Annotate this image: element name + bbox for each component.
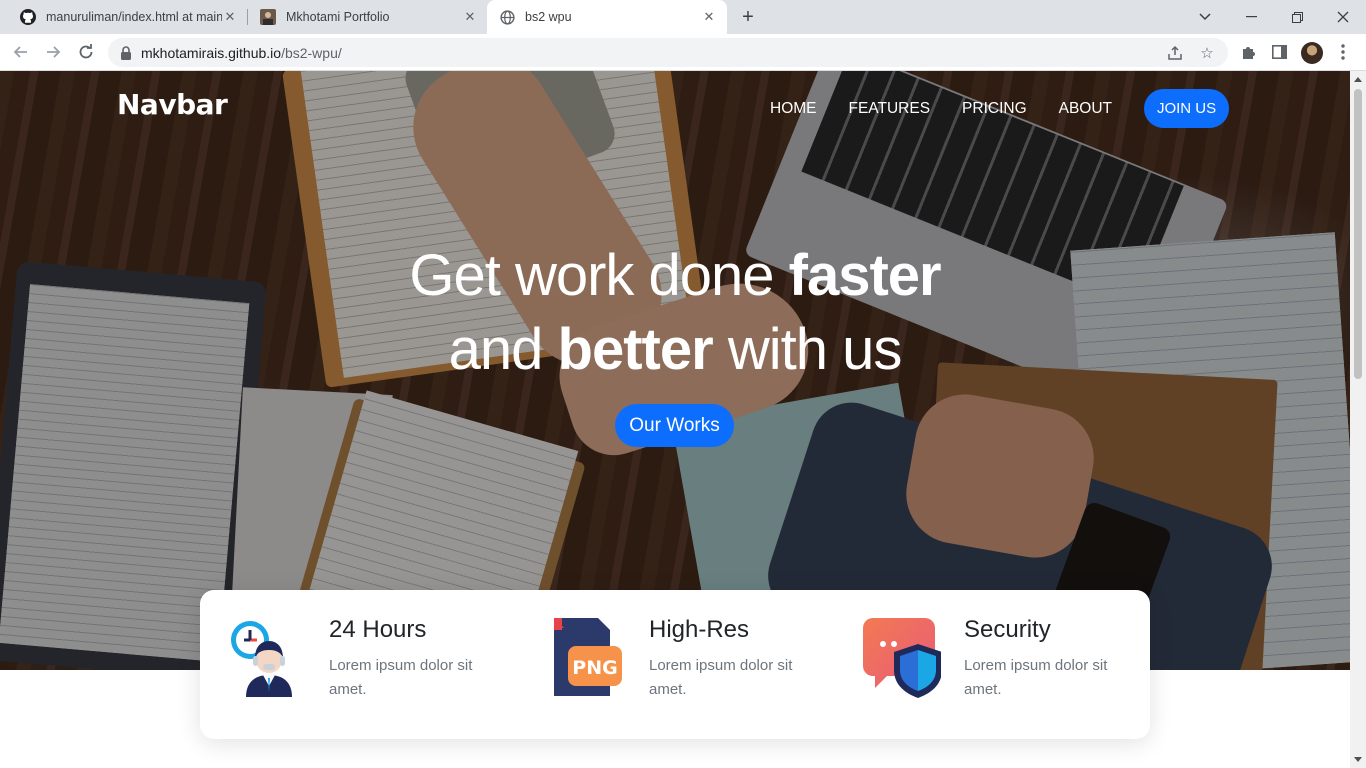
close-tab-icon[interactable]: ✕ [462,9,478,25]
globe-icon [499,9,515,25]
feature-description: Lorem ipsum dolor sit amet. [649,657,793,698]
hero-line2-bold: better [557,317,714,382]
site-navbar: Navbar HOME FEATURES PRICING ABOUT JOIN … [0,71,1350,147]
menu-dots-icon[interactable] [1333,42,1353,62]
page-viewport: Navbar HOME FEATURES PRICING ABOUT JOIN … [0,71,1350,768]
feature-title: Security [964,616,1051,643]
scroll-up-arrow-icon[interactable] [1354,77,1362,82]
lock-icon [121,45,131,60]
hero-line2-light-a: and [448,317,558,382]
github-icon [20,9,36,25]
chat-shield-icon [863,618,941,698]
bookmark-star-icon[interactable]: ☆ [1198,44,1216,62]
hero-line1-bold: faster [788,243,942,308]
feature-high-res: PNG High-Res Lorem ipsum dolor sit amet. [520,616,820,716]
hero-line2-light-b: with us [712,317,903,382]
address-bar[interactable]: mkhotamirais.github.io/bs2-wpu/ ☆ [108,38,1228,67]
clock-support-agent-icon [231,621,292,697]
feature-24-hours: 24 Hours Lorem ipsum dolor sit amet. [200,616,500,716]
hand-image [898,386,1102,566]
url-text: mkhotamirais.github.io/bs2-wpu/ [141,45,342,61]
nav-link-features[interactable]: FEATURES [849,90,931,128]
scroll-down-arrow-icon[interactable] [1354,757,1362,762]
browser-tab-github[interactable]: manuruliman/index.html at main ✕ [8,0,248,34]
close-tab-icon[interactable]: ✕ [701,9,717,25]
nav-link-about[interactable]: ABOUT [1059,90,1112,128]
url-host: mkhotamirais.github.io [141,44,282,61]
browser-tab-portfolio[interactable]: Mkhotami Portfolio ✕ [248,0,488,34]
back-arrow-icon[interactable] [8,39,34,65]
feature-description: Lorem ipsum dolor sit amet. [964,657,1108,698]
close-tab-icon[interactable]: ✕ [222,9,238,25]
feature-description: Lorem ipsum dolor sit amet. [329,657,473,698]
hero-heading: Get work done faster and better with us [0,239,1350,387]
new-tab-button[interactable]: + [736,5,760,29]
forward-arrow-icon[interactable] [40,39,66,65]
profile-avatar[interactable] [1301,42,1323,64]
scrollbar-thumb[interactable] [1354,89,1362,379]
join-us-button[interactable]: JOIN US [1144,89,1230,128]
share-icon[interactable] [1166,44,1184,62]
tab-title: Mkhotami Portfolio [286,10,390,24]
extensions-puzzle-icon[interactable] [1238,42,1258,62]
nav-link-home[interactable]: HOME [770,90,817,128]
reload-icon[interactable] [73,39,99,65]
page-scrollbar[interactable] [1350,71,1366,768]
png-badge-text: PNG [572,657,617,679]
our-works-button[interactable]: Our Works [615,404,734,447]
navbar-brand[interactable]: Navbar [117,88,228,121]
tab-search-chevron-icon[interactable] [1182,0,1228,34]
feature-title: 24 Hours [329,616,427,643]
browser-toolbar: mkhotamirais.github.io/bs2-wpu/ ☆ [0,34,1366,71]
tab-title: manuruliman/index.html at main [46,10,222,24]
nav-links: HOME FEATURES PRICING ABOUT JOIN US [770,89,1230,128]
restore-window-button[interactable] [1274,0,1320,34]
png-file-icon: PNG [554,618,622,696]
feature-security: Security Lorem ipsum dolor sit amet. [835,616,1135,716]
hero-line1-light: Get work done [409,243,789,308]
minimize-window-button[interactable] [1228,0,1274,34]
features-card: 24 Hours Lorem ipsum dolor sit amet. PNG… [200,590,1150,739]
feature-title: High-Res [649,616,750,643]
nav-link-pricing[interactable]: PRICING [962,90,1027,128]
side-panel-icon[interactable] [1269,42,1289,62]
browser-tab-strip: manuruliman/index.html at main ✕ Mkhotam… [0,0,1366,34]
portfolio-favicon-icon [260,9,276,25]
url-path: /bs2-wpu/ [281,44,342,61]
close-window-button[interactable] [1320,0,1366,34]
browser-tab-bs2-wpu[interactable]: bs2 wpu ✕ [487,0,727,34]
tab-title: bs2 wpu [525,10,572,24]
